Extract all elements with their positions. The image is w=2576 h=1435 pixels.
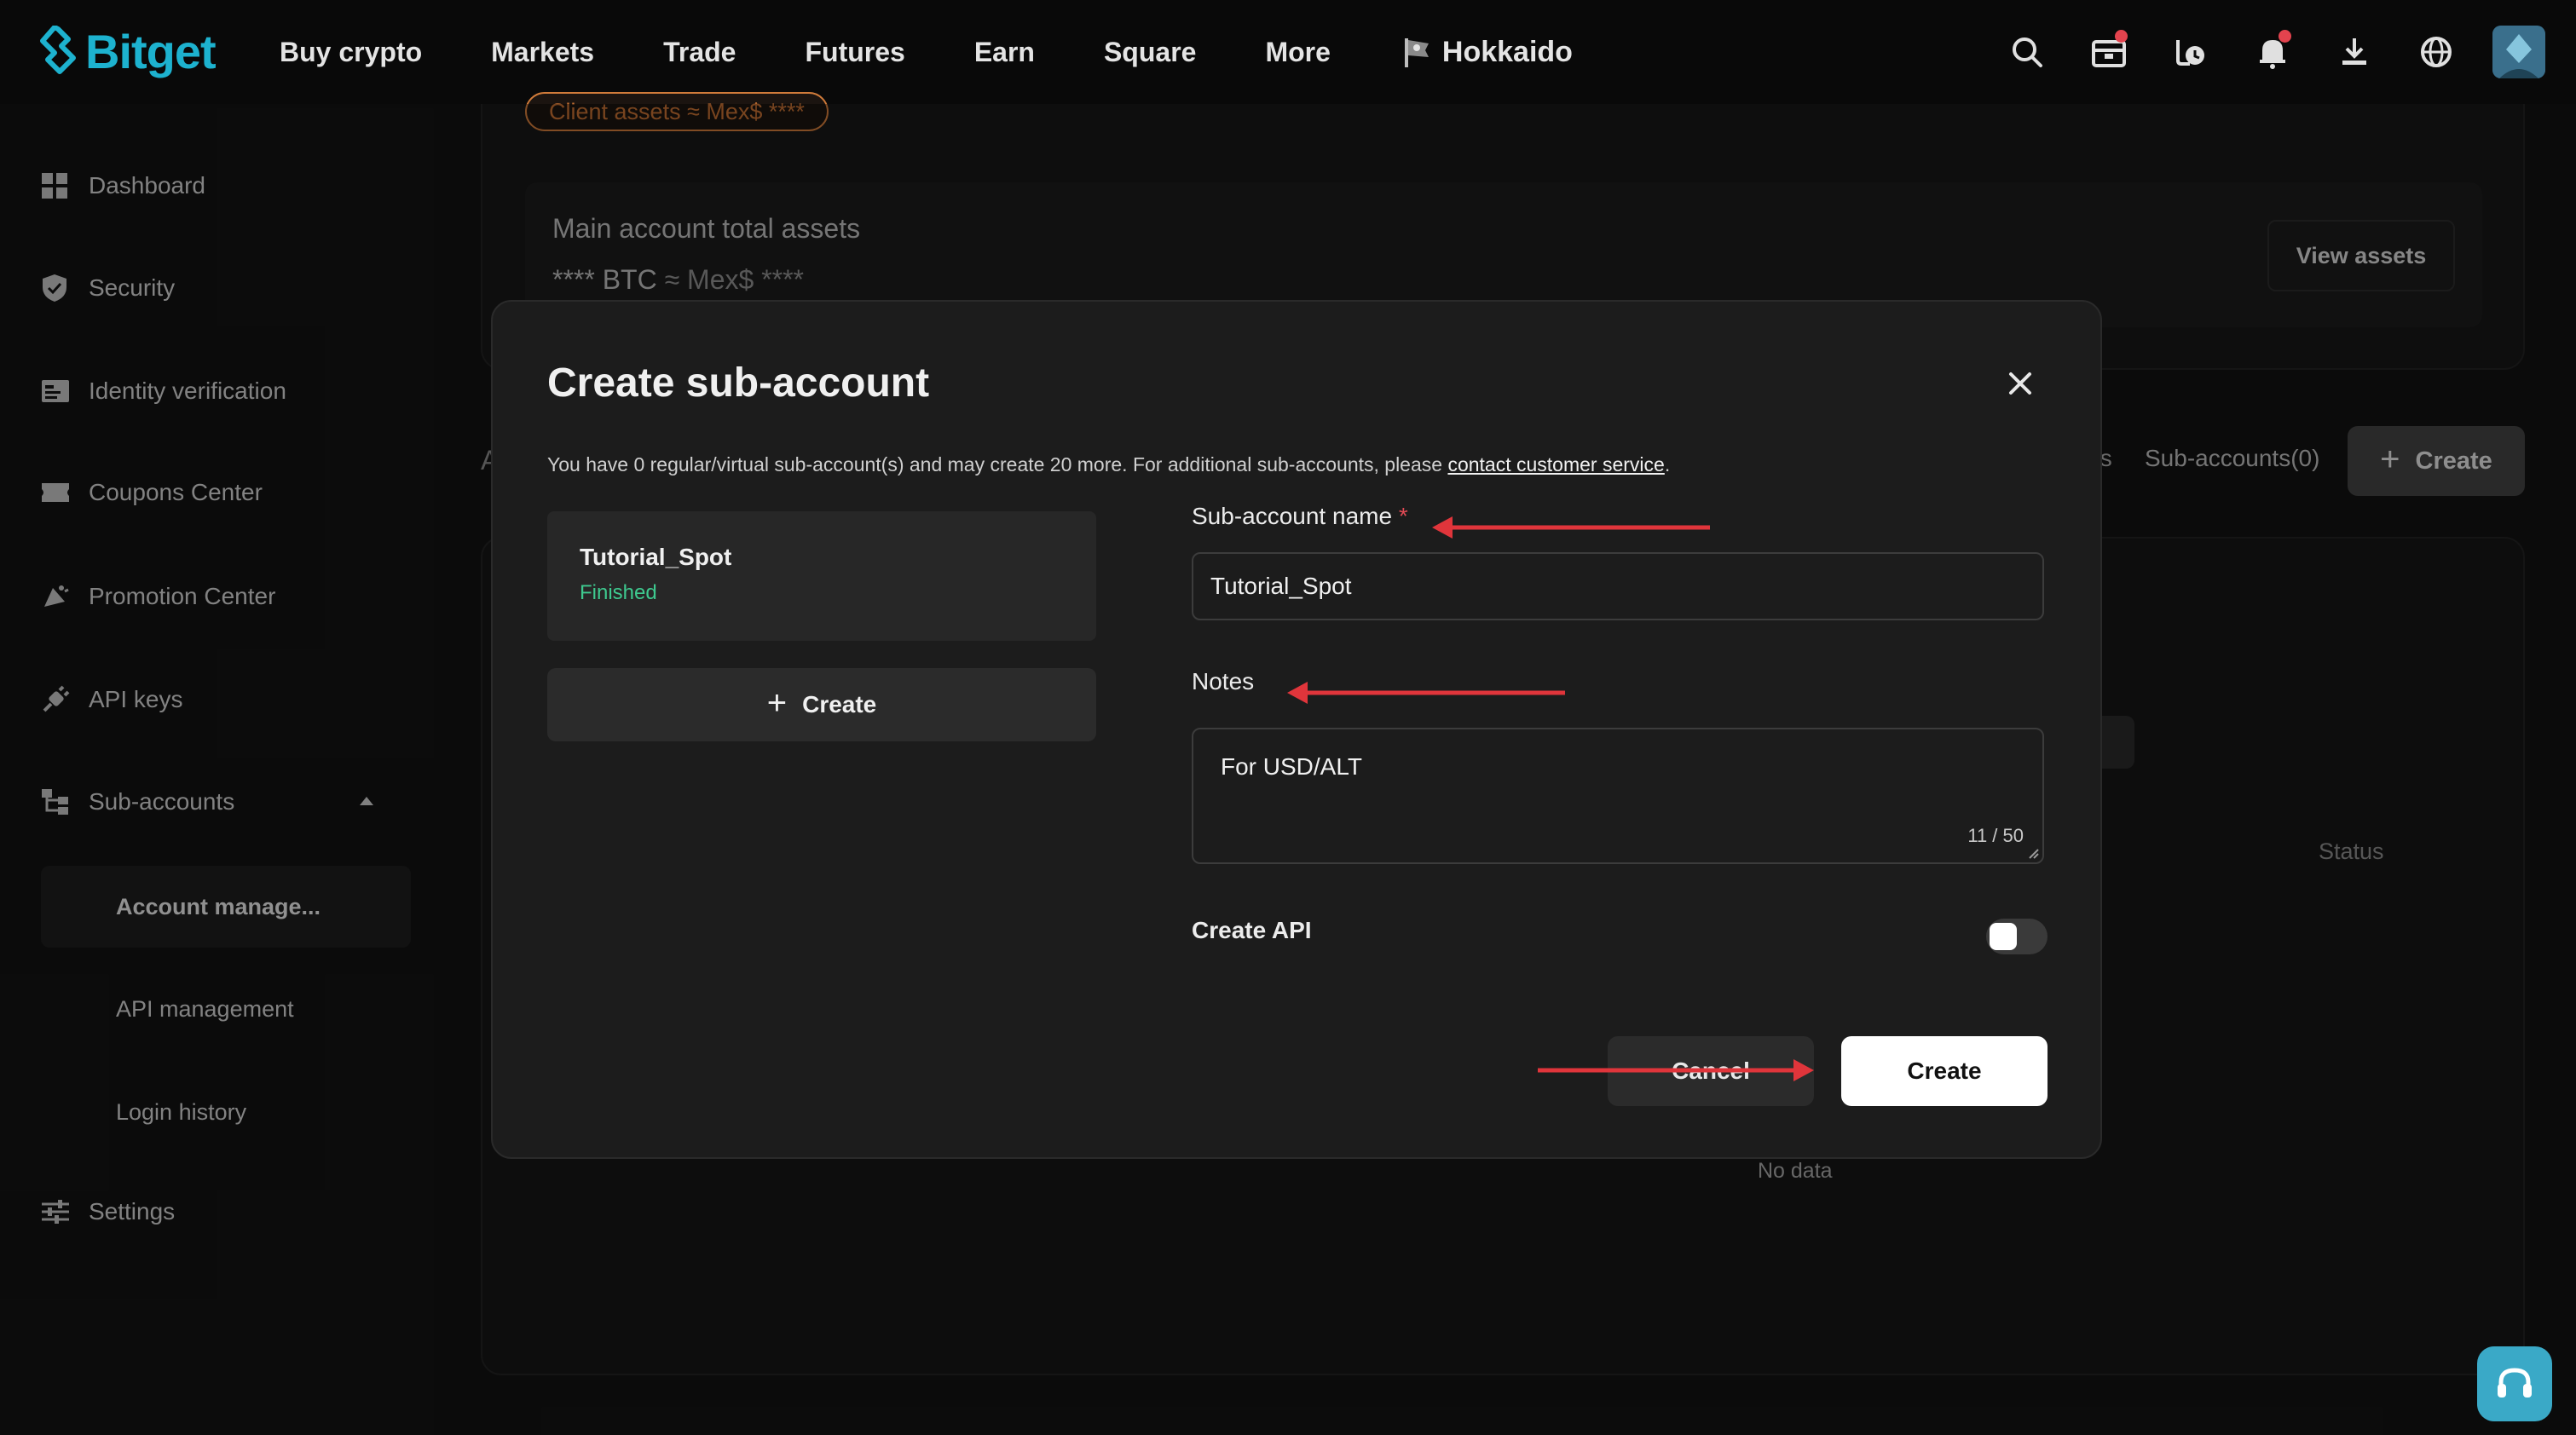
sub-account-name-label: Sub-account name * <box>1192 503 1408 530</box>
brand-name: Bitget <box>85 24 217 78</box>
nav-promo-hokkaido[interactable]: Hokkaido <box>1400 35 1573 69</box>
modal-title: Create sub-account <box>547 360 930 406</box>
nav-icons <box>1971 0 2545 104</box>
nav-links: Buy crypto Markets Trade Futures Earn Sq… <box>280 0 1573 104</box>
plus-icon: + <box>766 683 788 722</box>
sub-account-card-status: Finished <box>580 581 657 604</box>
history-clock-icon[interactable] <box>2165 26 2216 78</box>
notes-char-count: 11 / 50 <box>1967 825 2024 846</box>
bitget-logo[interactable]: Bitget <box>39 19 217 84</box>
bell-badge <box>2279 30 2291 43</box>
notes-label: Notes <box>1192 668 1255 694</box>
download-icon[interactable] <box>2329 26 2380 78</box>
hokkaido-flag-icon <box>1404 38 1429 67</box>
nav-link-futures[interactable]: Futures <box>805 37 904 68</box>
avatar[interactable] <box>2492 26 2545 78</box>
gift-box-badge <box>2115 30 2128 43</box>
create-sub-account-modal: Create sub-account You have 0 regular/vi… <box>491 300 2102 1159</box>
contact-customer-service-link[interactable]: contact customer service <box>1447 453 1664 475</box>
gift-box-icon[interactable] <box>2083 26 2134 78</box>
modal-info-suffix: . <box>1664 453 1671 475</box>
bell-icon[interactable] <box>2247 26 2298 78</box>
nav-link-earn[interactable]: Earn <box>974 37 1035 68</box>
customer-support-button[interactable] <box>2477 1346 2552 1421</box>
nav-link-more[interactable]: More <box>1265 37 1330 68</box>
notes-textarea[interactable]: For USD/ALT 11 / 50 <box>1192 728 2044 864</box>
top-navigation: Bitget Buy crypto Markets Trade Futures … <box>0 0 2576 104</box>
nav-link-markets[interactable]: Markets <box>491 37 594 68</box>
add-sub-account-label: Create <box>802 691 877 718</box>
globe-icon[interactable] <box>2411 26 2462 78</box>
toggle-knob <box>1990 923 2017 950</box>
modal-info-prefix: You have 0 regular/virtual sub-account(s… <box>547 453 1448 475</box>
modal-info-text: You have 0 regular/virtual sub-account(s… <box>547 453 1670 476</box>
resize-handle-icon[interactable] <box>2027 847 2039 859</box>
create-button[interactable]: Create <box>1841 1036 2048 1106</box>
close-icon[interactable] <box>2003 366 2037 401</box>
sub-account-card-name: Tutorial_Spot <box>580 544 732 570</box>
headset-icon <box>2498 1368 2532 1398</box>
search-icon[interactable] <box>2001 26 2053 78</box>
add-sub-account-button[interactable]: + Create <box>547 668 1096 741</box>
create-api-label: Create API <box>1192 917 1312 943</box>
nav-link-square[interactable]: Square <box>1104 37 1196 68</box>
sub-account-name-input[interactable]: Tutorial_Spot <box>1192 552 2044 620</box>
notes-value: For USD/ALT <box>1221 753 1362 780</box>
cancel-button[interactable]: Cancel <box>1608 1036 1814 1106</box>
sub-account-name-label-text: Sub-account name <box>1192 503 1393 529</box>
nav-link-buy-crypto[interactable]: Buy crypto <box>280 37 422 68</box>
create-api-toggle[interactable] <box>1986 919 2048 954</box>
nav-link-trade[interactable]: Trade <box>663 37 736 68</box>
nav-promo-label: Hokkaido <box>1441 35 1573 68</box>
bitget-logo-icon <box>40 26 76 74</box>
sub-account-card[interactable]: Tutorial_Spot Finished <box>547 511 1096 641</box>
required-mark: * <box>1398 503 1408 529</box>
